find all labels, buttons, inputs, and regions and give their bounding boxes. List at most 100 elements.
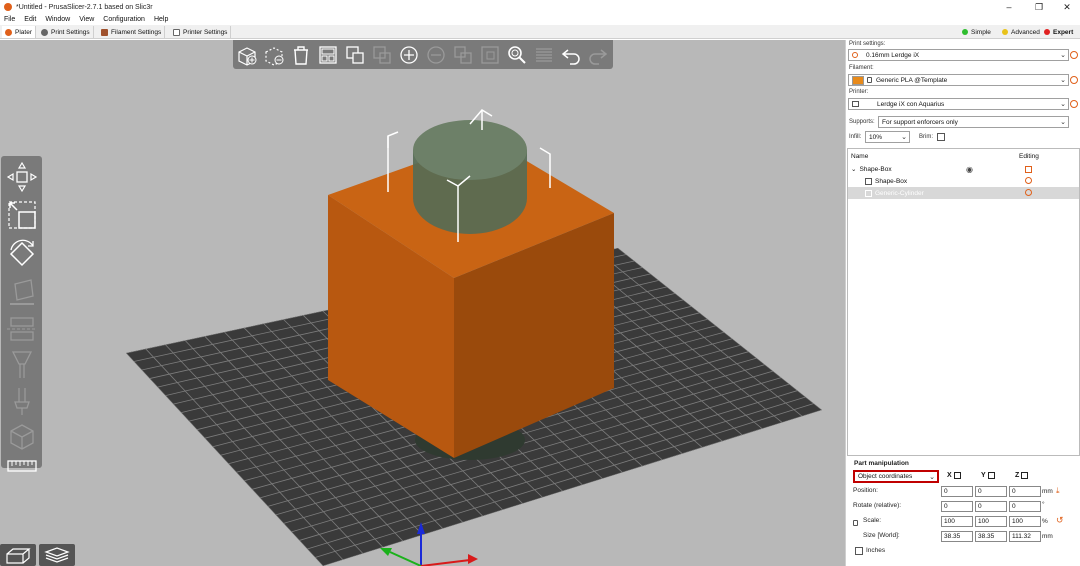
coordinate-system-combo[interactable]: Object coordinates ⌄: [853, 470, 939, 483]
split-objects-button[interactable]: [451, 43, 475, 67]
position-x-field[interactable]: 0: [941, 486, 973, 497]
gear-icon[interactable]: [1025, 177, 1032, 184]
rotate-button[interactable]: [4, 236, 40, 270]
supports-label: Supports:: [849, 119, 875, 125]
mode-label: Simple: [971, 28, 991, 36]
part-manipulation-panel: Part manipulation Object coordinates ⌄ X…: [846, 458, 1080, 566]
sidebar: Print settings: 0.16mm Lerdge iX ⌄ Filam…: [845, 40, 1080, 566]
position-label: Position:: [853, 487, 878, 494]
minimize-button[interactable]: –: [995, 0, 1023, 14]
measure-icon: [7, 460, 37, 472]
left-toolbar: [1, 156, 42, 472]
list-item[interactable]: ⌄ Shape-Box ◉: [848, 163, 1079, 175]
search-icon: [508, 45, 526, 64]
size-z-field[interactable]: 111.32: [1009, 531, 1041, 542]
mode-dot-icon: [1002, 29, 1008, 35]
edit-icon[interactable]: [1025, 165, 1032, 173]
axis-y-label: Y: [981, 472, 995, 479]
search-button[interactable]: [505, 43, 529, 67]
menu-view[interactable]: View: [79, 16, 94, 23]
inches-checkbox[interactable]: [855, 547, 863, 555]
eye-icon[interactable]: ◉: [966, 165, 973, 174]
size-unit: mm: [1042, 533, 1053, 540]
tab-print-settings[interactable]: Print Settings: [38, 26, 94, 38]
size-y-field[interactable]: 38.35: [975, 531, 1007, 542]
redo-button[interactable]: [586, 43, 610, 67]
maximize-button[interactable]: ❐: [1025, 0, 1053, 14]
menu-window[interactable]: Window: [45, 16, 70, 23]
close-button[interactable]: ✕: [1053, 0, 1080, 14]
add-button[interactable]: [235, 43, 259, 67]
chevron-down-icon: ⌄: [1060, 52, 1066, 59]
undo-button[interactable]: [559, 43, 583, 67]
copy-button[interactable]: [343, 43, 367, 67]
layers-editing-button[interactable]: [532, 43, 556, 67]
tab-printer-settings[interactable]: Printer Settings: [170, 26, 232, 38]
split-parts-icon: [481, 45, 499, 64]
preview-button[interactable]: [39, 544, 75, 566]
menu-help[interactable]: Help: [154, 16, 168, 23]
brim-label: Brim:: [919, 134, 933, 140]
filament-value: Generic PLA @Template: [876, 76, 948, 84]
3d-view-button[interactable]: [0, 544, 36, 566]
move-button[interactable]: [4, 160, 40, 194]
scale-z-field[interactable]: 100: [1009, 516, 1041, 527]
delete-all-button[interactable]: [289, 43, 313, 67]
paint-supports-button[interactable]: [4, 348, 40, 382]
measure-button[interactable]: [4, 454, 40, 478]
rotate-z-field[interactable]: 0: [1009, 501, 1041, 512]
axis-z-label: Z: [1015, 472, 1029, 479]
scale-x-field[interactable]: 100: [941, 516, 973, 527]
printer-edit-icon[interactable]: [1070, 100, 1078, 108]
split-parts-button[interactable]: [478, 43, 502, 67]
list-item[interactable]: Shape-Box: [848, 175, 1079, 187]
delete-icon: [265, 46, 284, 66]
menu-edit[interactable]: Edit: [24, 16, 36, 23]
seam-painting-button[interactable]: [4, 384, 40, 418]
reset-scale-icon[interactable]: ↺: [1056, 515, 1064, 526]
tab-plater[interactable]: Plater: [2, 26, 36, 38]
tab-filament-settings[interactable]: Filament Settings: [98, 26, 166, 38]
rotate-y-field[interactable]: 0: [975, 501, 1007, 512]
gear-icon[interactable]: [1025, 189, 1032, 196]
cut-button[interactable]: [4, 312, 40, 346]
size-x-field[interactable]: 38.35: [941, 531, 973, 542]
menu-file[interactable]: File: [4, 16, 15, 23]
scale-lock-icon[interactable]: [853, 520, 862, 528]
filament-combo[interactable]: Generic PLA @Template ⌄: [848, 74, 1069, 86]
list-item[interactable]: Generic-Cylinder: [848, 187, 1079, 199]
tab-label: Print Settings: [51, 28, 90, 36]
print-settings-combo[interactable]: 0.16mm Lerdge iX ⌄: [848, 49, 1069, 61]
rotate-x-field[interactable]: 0: [941, 501, 973, 512]
scale-button[interactable]: [4, 198, 40, 232]
add-icon: [238, 46, 257, 66]
position-y-field[interactable]: 0: [975, 486, 1007, 497]
gear-icon: [852, 52, 858, 58]
delete-button[interactable]: [262, 43, 286, 67]
mode-expert[interactable]: Expert: [1044, 26, 1073, 38]
chevron-down-icon[interactable]: ⌄: [851, 165, 856, 173]
position-z-field[interactable]: 0: [1009, 486, 1041, 497]
print-settings-edit-icon[interactable]: [1070, 51, 1078, 59]
part-name: Generic-Cylinder: [875, 189, 924, 197]
arrange-button[interactable]: [316, 43, 340, 67]
printer-combo[interactable]: Lerdge iX con Aquarius ⌄: [848, 98, 1069, 110]
remove-instance-button[interactable]: [424, 43, 448, 67]
menu-configuration[interactable]: Configuration: [103, 16, 145, 23]
paste-button[interactable]: [370, 43, 394, 67]
infill-combo[interactable]: 10% ⌄: [865, 131, 910, 143]
place-on-face-button[interactable]: [4, 274, 40, 308]
tab-label: Filament Settings: [111, 28, 162, 36]
move-icon: [6, 161, 38, 193]
supports-combo[interactable]: For support enforcers only ⌄: [878, 116, 1069, 128]
filament-edit-icon[interactable]: [1070, 76, 1078, 84]
axis-x-text: X: [947, 472, 952, 479]
mode-simple[interactable]: Simple: [962, 26, 991, 38]
brim-checkbox[interactable]: [937, 133, 945, 141]
3d-viewport[interactable]: [0, 40, 845, 566]
scale-y-field[interactable]: 100: [975, 516, 1007, 527]
mode-advanced[interactable]: Advanced: [1002, 26, 1040, 38]
drop-to-bed-icon[interactable]: ⤓: [1056, 486, 1060, 496]
fdm-supports-button[interactable]: [4, 420, 40, 454]
add-instance-button[interactable]: [397, 43, 421, 67]
